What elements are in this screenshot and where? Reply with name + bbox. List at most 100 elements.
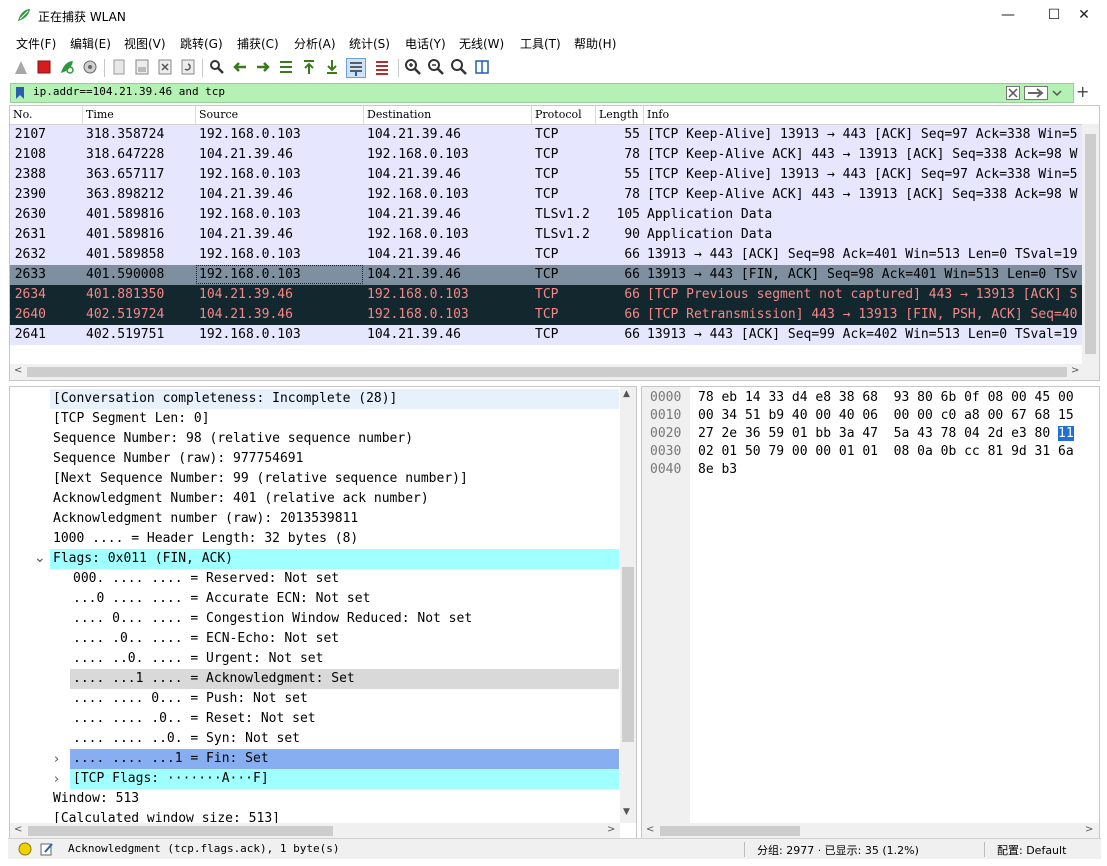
menu-file[interactable]: 文件(F) bbox=[16, 35, 56, 52]
clear-filter-icon[interactable] bbox=[1006, 86, 1020, 100]
column-header-info[interactable]: Info bbox=[644, 106, 1099, 124]
packet-row[interactable]: 2641 402.519751 192.168.0.103 104.21.39.46 T… bbox=[10, 325, 1083, 345]
detail-line[interactable]: .... .... .0.. = Reset: Not set bbox=[70, 709, 316, 729]
scroll-left-arrow-icon[interactable]: < bbox=[646, 824, 654, 835]
detail-line[interactable]: [TCP Flags: ·······A···F] bbox=[70, 769, 619, 789]
close-file-icon[interactable] bbox=[156, 58, 174, 76]
bytes-horizontal-scrollbar[interactable]: < > bbox=[642, 823, 1099, 839]
packet-row[interactable]: 2632 401.589858 192.168.0.103 104.21.39.46 T… bbox=[10, 245, 1083, 265]
menu-analyze[interactable]: 分析(A) bbox=[294, 35, 336, 52]
detail-line[interactable]: [Next Sequence Number: 99 (relative sequ… bbox=[50, 469, 468, 489]
save-file-icon[interactable] bbox=[133, 58, 151, 76]
menu-capture[interactable]: 捕获(C) bbox=[237, 35, 279, 52]
scroll-right-arrow-icon[interactable]: > bbox=[1071, 365, 1079, 376]
column-header-length[interactable]: Length bbox=[596, 106, 644, 124]
detail-line[interactable]: .... 0... .... = Congestion Window Reduc… bbox=[70, 609, 472, 629]
menu-view[interactable]: 视图(V) bbox=[124, 35, 166, 52]
reload-file-icon[interactable] bbox=[179, 58, 197, 76]
packet-row[interactable]: 2640 402.519724 104.21.39.46 192.168.0.103 T… bbox=[10, 305, 1083, 325]
scroll-right-arrow-icon[interactable]: > bbox=[1085, 824, 1093, 835]
scroll-left-arrow-icon[interactable]: < bbox=[14, 365, 22, 376]
menu-telephony[interactable]: 电话(Y) bbox=[405, 35, 446, 52]
go-to-packet-icon[interactable] bbox=[277, 58, 295, 76]
zoom-in-icon[interactable] bbox=[404, 58, 422, 76]
scroll-thumb[interactable] bbox=[27, 367, 1067, 377]
detail-line[interactable]: .... .... 0... = Push: Not set bbox=[70, 689, 308, 709]
details-horizontal-scrollbar[interactable]: < > bbox=[10, 823, 620, 839]
go-forward-icon[interactable] bbox=[254, 58, 272, 76]
display-filter-bar[interactable]: ip.addr==104.21.39.46 and tcp bbox=[10, 83, 1074, 103]
first-packet-icon[interactable] bbox=[300, 58, 318, 76]
column-header-time[interactable]: Time bbox=[83, 106, 196, 124]
menu-go[interactable]: 跳转(G) bbox=[180, 35, 223, 52]
scroll-thumb[interactable] bbox=[28, 826, 333, 836]
open-file-icon[interactable] bbox=[110, 58, 128, 76]
detail-line[interactable]: 000. .... .... = Reserved: Not set bbox=[70, 569, 339, 589]
resize-columns-icon[interactable] bbox=[473, 58, 491, 76]
stop-capture-icon[interactable] bbox=[35, 58, 53, 76]
detail-line[interactable]: Sequence Number (raw): 977754691 bbox=[50, 449, 303, 469]
scroll-right-arrow-icon[interactable]: > bbox=[607, 824, 615, 835]
column-header-protocol[interactable]: Protocol bbox=[532, 106, 596, 124]
bytes-hex[interactable]: 8e b3 bbox=[698, 461, 737, 479]
packet-bytes[interactable]: 0000 0010 0020 0030 0040 78 eb 14 33 d4 e8 3… bbox=[641, 386, 1100, 840]
detail-line[interactable]: [Conversation completeness: Incomplete (… bbox=[50, 389, 619, 409]
detail-line[interactable]: Acknowledgment Number: 401 (relative ack… bbox=[50, 489, 429, 509]
bookmark-icon[interactable] bbox=[15, 86, 25, 100]
filter-dropdown-icon[interactable] bbox=[1052, 88, 1062, 98]
bytes-hex[interactable]: 02 01 50 79 00 00 01 01 08 0a 0b cc 81 9… bbox=[698, 443, 1074, 461]
detail-line[interactable]: Flags: 0x011 (FIN, ACK) bbox=[50, 549, 619, 569]
menu-wireless[interactable]: 无线(W) bbox=[459, 35, 504, 52]
menu-help[interactable]: 帮助(H) bbox=[574, 35, 616, 52]
packet-row[interactable]: 2107 318.358724 192.168.0.103 104.21.39.46 T… bbox=[10, 125, 1083, 145]
packet-row[interactable]: 2634 401.881350 104.21.39.46 192.168.0.103 T… bbox=[10, 285, 1083, 305]
detail-line[interactable]: .... .... ...1 = Fin: Set bbox=[70, 749, 619, 769]
scroll-thumb[interactable] bbox=[1085, 134, 1096, 354]
colorize-icon[interactable] bbox=[373, 58, 391, 76]
collapse-arrow-icon[interactable]: › bbox=[54, 752, 59, 767]
bytes-hex[interactable]: 27 2e 36 59 01 bb 3a 47 5a 43 78 04 2d e… bbox=[698, 425, 1074, 443]
highlighted-byte[interactable]: 11 bbox=[1058, 426, 1074, 441]
details-vertical-scrollbar[interactable]: ▲ ▼ bbox=[620, 387, 636, 823]
packet-list-horizontal-scrollbar[interactable]: < > bbox=[10, 364, 1099, 380]
detail-line[interactable]: .... ..0. .... = Urgent: Not set bbox=[70, 649, 323, 669]
scroll-up-arrow-icon[interactable]: ▲ bbox=[623, 389, 630, 399]
detail-line[interactable]: Sequence Number: 98 (relative sequence n… bbox=[50, 429, 413, 449]
packet-row[interactable]: 2631 401.589816 104.21.39.46 192.168.0.103 T… bbox=[10, 225, 1083, 245]
packet-list[interactable]: No. Time Source Destination Protocol Len… bbox=[9, 105, 1100, 381]
packet-row[interactable]: 2388 363.657117 192.168.0.103 104.21.39.46 T… bbox=[10, 165, 1083, 185]
find-packet-icon[interactable] bbox=[208, 58, 226, 76]
bytes-hex[interactable]: 00 34 51 b9 40 00 40 06 00 00 c0 a8 00 6… bbox=[698, 407, 1074, 425]
expand-arrow-icon[interactable]: ⌄ bbox=[34, 550, 46, 566]
collapse-arrow-icon[interactable]: › bbox=[54, 772, 59, 787]
column-header-destination[interactable]: Destination bbox=[364, 106, 532, 124]
detail-line[interactable]: .... .... ..0. = Syn: Not set bbox=[70, 729, 300, 749]
bytes-hex[interactable]: 78 eb 14 33 d4 e8 38 68 93 80 6b 0f 08 0… bbox=[698, 389, 1074, 407]
go-back-icon[interactable] bbox=[231, 58, 249, 76]
menu-tools[interactable]: 工具(T) bbox=[520, 35, 561, 52]
status-profile[interactable]: 配置: Default bbox=[997, 842, 1066, 858]
start-capture-icon[interactable] bbox=[12, 58, 30, 76]
apply-filter-icon[interactable] bbox=[1024, 86, 1048, 100]
scroll-thumb[interactable] bbox=[622, 567, 634, 742]
detail-line[interactable]: 1000 .... = Header Length: 32 bytes (8) bbox=[50, 529, 358, 549]
packet-details[interactable]: [Conversation completeness: Incomplete (… bbox=[9, 386, 637, 840]
detail-line[interactable]: Acknowledgment number (raw): 2013539811 bbox=[50, 509, 358, 529]
detail-line[interactable]: Window: 513 bbox=[50, 789, 139, 809]
close-button[interactable]: ✕ bbox=[1061, 0, 1107, 30]
capture-options-icon[interactable] bbox=[81, 58, 99, 76]
normal-size-icon[interactable] bbox=[450, 58, 468, 76]
edit-comment-icon[interactable] bbox=[40, 842, 54, 856]
packet-row[interactable]: 2108 318.647228 104.21.39.46 192.168.0.103 T… bbox=[10, 145, 1083, 165]
menu-edit[interactable]: 编辑(E) bbox=[70, 35, 111, 52]
restart-capture-icon[interactable] bbox=[58, 58, 76, 76]
detail-line[interactable]: .... .0.. .... = ECN-Echo: Not set bbox=[70, 629, 339, 649]
scroll-left-arrow-icon[interactable]: < bbox=[14, 824, 22, 835]
menu-statistics[interactable]: 统计(S) bbox=[349, 35, 390, 52]
minimize-button[interactable]: — bbox=[985, 0, 1031, 30]
capture-status-icon[interactable] bbox=[18, 842, 32, 856]
scroll-down-arrow-icon[interactable]: ▼ bbox=[623, 807, 630, 817]
packet-list-vertical-scrollbar[interactable] bbox=[1082, 124, 1099, 364]
auto-scroll-icon[interactable] bbox=[346, 58, 366, 78]
last-packet-icon[interactable] bbox=[323, 58, 341, 76]
